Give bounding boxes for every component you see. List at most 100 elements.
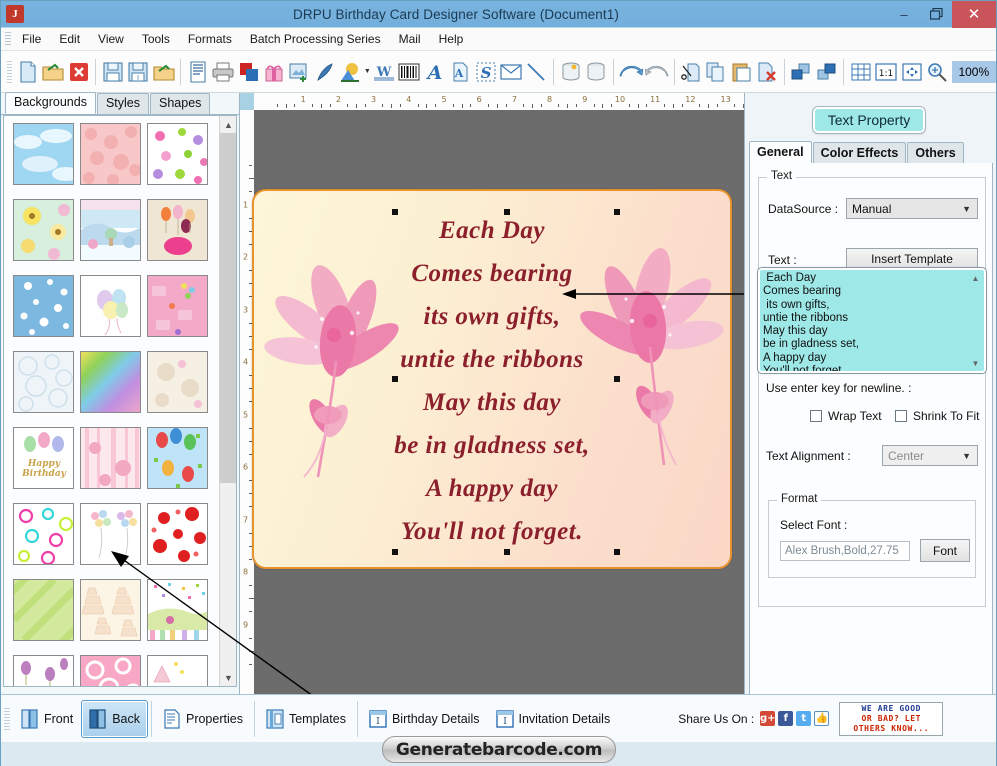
database-icon[interactable] xyxy=(583,57,608,87)
bottom-item-properties[interactable]: Properties xyxy=(155,700,251,738)
database-gold-icon[interactable] xyxy=(558,57,583,87)
undo-icon[interactable] xyxy=(618,57,644,87)
google-plus-icon[interactable]: g+ xyxy=(760,711,776,726)
thumbnail-green-diagonal-stripes[interactable] xyxy=(13,579,74,641)
selection-handle[interactable] xyxy=(504,209,510,215)
selection-handle[interactable] xyxy=(614,209,620,215)
selection-handle[interactable] xyxy=(392,376,398,382)
thumbnail-balloon-bunches-white[interactable] xyxy=(80,503,141,565)
tab-shapes[interactable]: Shapes xyxy=(150,93,211,114)
close-button[interactable]: ✕ xyxy=(952,0,996,28)
textarea-scrollbar[interactable]: ▲ ▼ xyxy=(968,271,983,370)
bottom-item-templates[interactable]: Templates xyxy=(258,700,354,738)
scroll-down-arrow[interactable]: ▼ xyxy=(220,669,236,686)
left-panel-scrollbar[interactable]: ▲ ▼ xyxy=(219,116,236,686)
thumbnail-cream-cakes-pattern[interactable] xyxy=(80,579,141,641)
close-document-icon[interactable] xyxy=(66,57,91,87)
new-document-icon[interactable] xyxy=(15,57,40,87)
pen-icon[interactable] xyxy=(312,57,337,87)
wrap-text-checkbox[interactable] xyxy=(810,410,822,422)
barcode-icon[interactable] xyxy=(397,57,422,87)
thumbnail-winter-scene-pastel[interactable] xyxy=(80,199,141,261)
thumbnail-yellow-daisies-green[interactable] xyxy=(13,199,74,261)
menu-formats[interactable]: Formats xyxy=(179,29,241,49)
selection-handle[interactable] xyxy=(614,549,620,555)
tab-backgrounds[interactable]: Backgrounds xyxy=(5,92,96,114)
thumbnail-colorful-flowers-white[interactable] xyxy=(147,123,208,185)
font-button[interactable]: Font xyxy=(920,539,970,562)
text-icon[interactable]: A xyxy=(422,57,447,87)
selection-handle[interactable] xyxy=(614,376,620,382)
zoom-icon[interactable] xyxy=(924,57,949,87)
thumbnail-neon-hearts-pink[interactable] xyxy=(13,503,74,565)
paste-icon[interactable] xyxy=(729,57,754,87)
zoom-level[interactable]: 100% xyxy=(951,60,996,83)
scroll-thumb[interactable] xyxy=(220,133,236,483)
thumbnail-birthday-cakes-pink[interactable] xyxy=(147,275,208,337)
thumbnail-bubbles-white[interactable] xyxy=(13,351,74,413)
twitter-icon[interactable]: t xyxy=(796,711,812,726)
textarea-scroll-down-arrow[interactable]: ▼ xyxy=(968,356,983,370)
delete-icon[interactable] xyxy=(754,57,779,87)
selection-handle[interactable] xyxy=(392,549,398,555)
thumbnail-balloons-blue-sky[interactable] xyxy=(147,427,208,489)
restore-button[interactable] xyxy=(920,1,952,28)
bring-to-front-icon[interactable] xyxy=(789,57,814,87)
shrink-to-fit-checkbox[interactable] xyxy=(895,410,907,422)
feedback-badge[interactable]: WE ARE GOOD OR BAD? LET OTHERS KNOW... xyxy=(839,701,944,736)
gift-icon[interactable] xyxy=(261,57,286,87)
text-page-icon[interactable]: A xyxy=(448,57,473,87)
text-content-textarea[interactable]: Each Day Comes bearing its own gifts, un… xyxy=(758,268,986,373)
tab-others[interactable]: Others xyxy=(907,142,964,163)
bottom-item-invitation-details[interactable]: I Invitation Details xyxy=(488,700,619,738)
like-icon[interactable]: 👍 xyxy=(814,711,830,726)
menu-tools[interactable]: Tools xyxy=(133,29,179,49)
thumbnail-balloons-beige[interactable] xyxy=(147,199,208,261)
menu-edit[interactable]: Edit xyxy=(50,29,89,49)
text-property-button[interactable]: Text Property xyxy=(813,107,925,133)
add-image-icon[interactable] xyxy=(287,57,312,87)
canvas-area[interactable]: 12345678910111213 123456789 xyxy=(239,93,988,694)
page-setup-icon[interactable] xyxy=(185,57,210,87)
thumbnail-clouds-sky[interactable] xyxy=(13,123,74,185)
print-icon[interactable] xyxy=(211,57,236,87)
bottom-item-front[interactable]: Front xyxy=(13,700,81,738)
datasource-select[interactable]: Manual ▼ xyxy=(846,198,978,219)
fit-page-icon[interactable] xyxy=(899,57,924,87)
minimize-button[interactable]: – xyxy=(888,1,920,28)
tab-styles[interactable]: Styles xyxy=(96,93,150,114)
scroll-up-arrow[interactable]: ▲ xyxy=(220,116,236,133)
thumbnail-pastel-balloons-white[interactable] xyxy=(80,275,141,337)
line-icon[interactable] xyxy=(524,57,549,87)
layers-icon[interactable] xyxy=(236,57,261,87)
actual-size-icon[interactable]: 1:1 xyxy=(874,57,899,87)
insert-template-button[interactable]: Insert Template xyxy=(846,248,978,270)
redo-icon[interactable] xyxy=(644,57,670,87)
menu-view[interactable]: View xyxy=(89,29,133,49)
copy-icon[interactable] xyxy=(704,57,729,87)
open-folder-icon[interactable] xyxy=(41,57,66,87)
thumbnail-confetti-meadow[interactable] xyxy=(147,579,208,641)
menu-file[interactable]: File xyxy=(13,29,50,49)
thumbnail-red-hearts-white[interactable] xyxy=(147,503,208,565)
envelope-icon[interactable] xyxy=(498,57,523,87)
send-to-back-icon[interactable] xyxy=(814,57,839,87)
thumbnail-happy-birthday-banner[interactable]: Happy Birthday xyxy=(13,427,74,489)
thumbnail-pink-hearts-pattern[interactable] xyxy=(80,123,141,185)
signature-icon[interactable]: S xyxy=(473,57,498,87)
textarea-scroll-up-arrow[interactable]: ▲ xyxy=(968,271,983,285)
thumbnail-teddy-bears-beige[interactable] xyxy=(147,351,208,413)
import-folder-icon[interactable] xyxy=(151,57,176,87)
shrink-to-fit-checkbox-row[interactable]: Shrink To Fit xyxy=(895,409,979,423)
selection-handle[interactable] xyxy=(392,209,398,215)
menu-batch-processing-series[interactable]: Batch Processing Series xyxy=(241,29,390,49)
thumbnail-purple-tulips-white[interactable] xyxy=(13,655,74,686)
save-as-icon[interactable]: I xyxy=(126,57,151,87)
bottom-item-birthday-details[interactable]: I Birthday Details xyxy=(361,700,488,738)
menu-mail[interactable]: Mail xyxy=(390,29,430,49)
thumbnail-stars-blue[interactable] xyxy=(13,275,74,337)
menu-help[interactable]: Help xyxy=(430,29,473,49)
watermark-icon[interactable]: W xyxy=(371,57,397,87)
font-value-field[interactable]: Alex Brush,Bold,27.75 xyxy=(780,541,910,561)
cut-icon[interactable] xyxy=(678,57,703,87)
